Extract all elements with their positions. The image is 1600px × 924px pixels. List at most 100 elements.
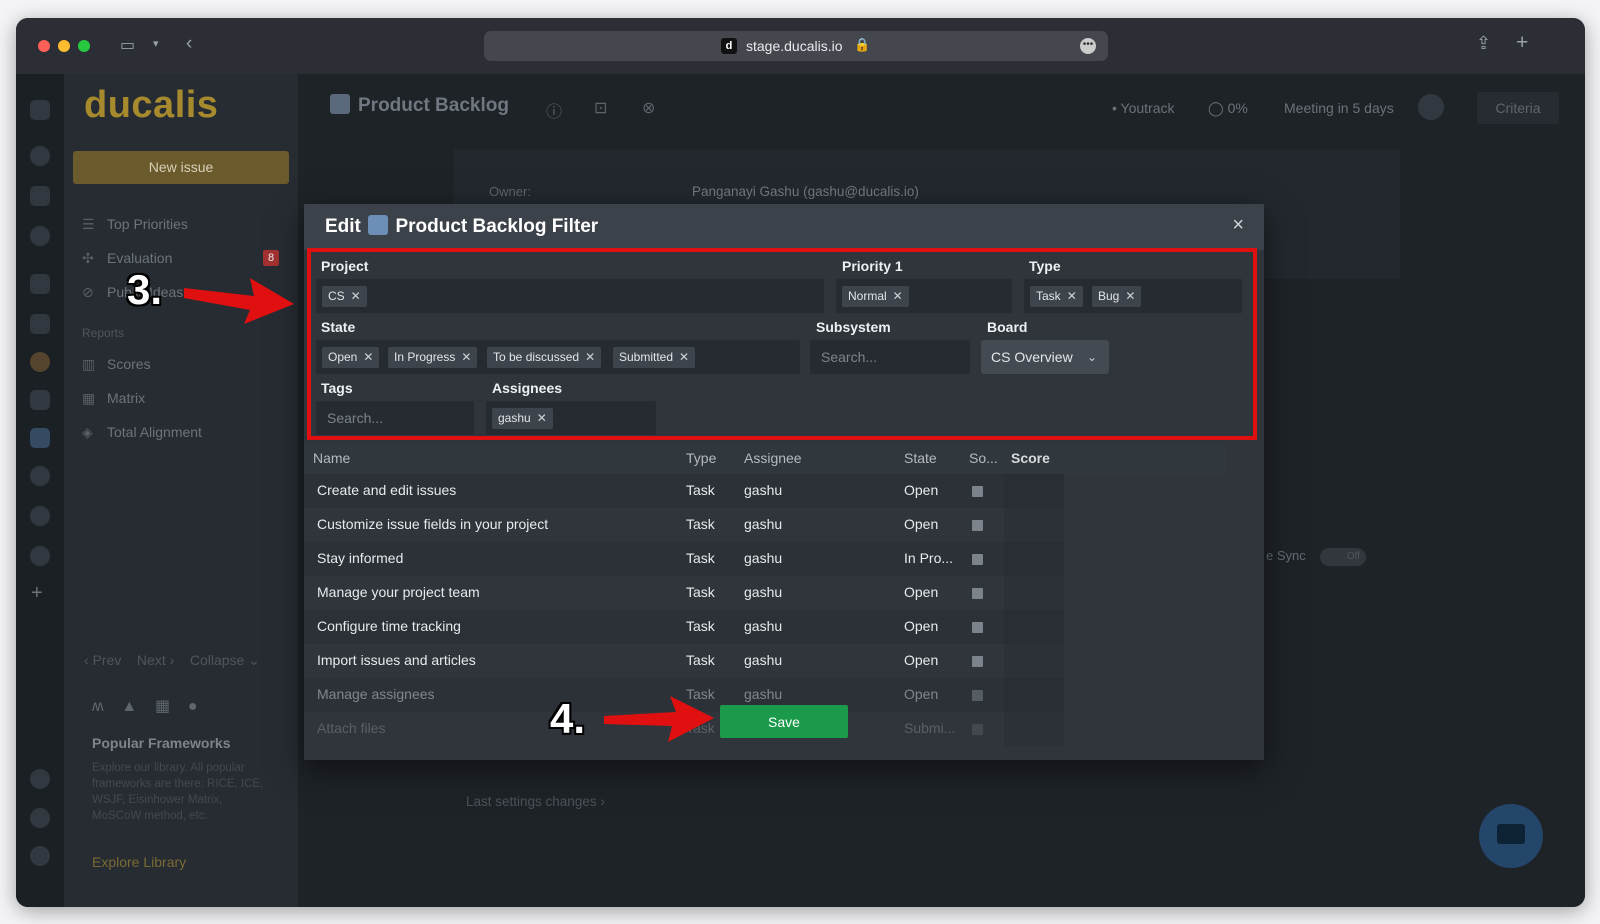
sync-icon[interactable] <box>30 769 50 789</box>
board-icon <box>330 94 350 114</box>
criteria-button[interactable]: Criteria <box>1477 92 1559 124</box>
column-header-source[interactable]: So... <box>969 450 998 466</box>
explore-library-link[interactable]: Explore Library <box>92 854 186 870</box>
meeting-status[interactable]: Meeting in 5 days <box>1284 100 1394 116</box>
column-header-type[interactable]: Type <box>686 450 716 466</box>
filter-chip[interactable]: In Progress ✕ <box>388 347 478 368</box>
remove-chip-icon[interactable]: ✕ <box>1125 289 1135 303</box>
remove-chip-icon[interactable]: ✕ <box>363 350 373 364</box>
search-icon[interactable] <box>30 146 50 166</box>
runner-icon[interactable] <box>30 466 50 486</box>
cell-score <box>1004 474 1064 508</box>
remove-chip-icon[interactable]: ✕ <box>351 289 361 303</box>
board-icon[interactable] <box>30 314 50 334</box>
board-icon[interactable] <box>30 274 50 294</box>
cell-type: Task <box>686 584 715 600</box>
minimize-window-button[interactable] <box>58 40 70 52</box>
board-icon[interactable] <box>30 186 50 206</box>
maximize-window-button[interactable] <box>78 40 90 52</box>
remove-chip-icon[interactable]: ✕ <box>679 350 689 364</box>
share-icon[interactable]: ⇪ <box>1476 33 1491 54</box>
table-row[interactable]: Manage your project team Task gashu Open <box>304 576 1064 610</box>
table-row[interactable]: Create and edit issues Task gashu Open <box>304 474 1064 508</box>
column-header-score[interactable]: Score <box>1011 450 1050 466</box>
remove-chip-icon[interactable]: ✕ <box>585 350 595 364</box>
integration-status[interactable]: • Youtrack <box>1112 100 1175 116</box>
modal-title: Edit Product Backlog Filter <box>325 215 598 238</box>
tags-field[interactable]: Search... <box>316 401 474 435</box>
help-icon[interactable] <box>30 808 50 828</box>
assignees-field[interactable]: gashu ✕ <box>486 401 656 435</box>
evaluation-badge: 8 <box>263 250 279 266</box>
remove-chip-icon[interactable]: ✕ <box>537 411 547 425</box>
reports-section-label[interactable]: Reports <box>82 326 124 340</box>
save-button[interactable]: Save <box>720 705 848 738</box>
subsystem-field[interactable]: Search... <box>810 340 970 374</box>
remove-chip-icon[interactable]: ✕ <box>1067 289 1077 303</box>
filter-chip[interactable]: gashu ✕ <box>492 408 553 429</box>
board-icon[interactable] <box>30 546 50 566</box>
board-icon[interactable] <box>30 390 50 410</box>
sidebar-item-total-alignment[interactable]: ◈ Total Alignment <box>82 424 202 441</box>
new-tab-icon[interactable]: + <box>1516 31 1528 55</box>
sync-label: e Sync <box>1266 548 1306 563</box>
table-row[interactable]: Customize issue fields in your project Ta… <box>304 508 1064 542</box>
cell-state: Open <box>904 516 939 532</box>
board-icon[interactable] <box>30 428 50 448</box>
sidebar-toggle-icon[interactable]: ▭ <box>120 35 135 55</box>
more-icon[interactable]: ••• <box>1080 38 1096 54</box>
filter-chip[interactable]: CS ✕ <box>322 286 367 307</box>
chat-button[interactable] <box>1479 804 1543 868</box>
step-3-arrow-icon <box>184 278 294 324</box>
add-board-icon[interactable]: + <box>31 582 43 605</box>
address-bar[interactable]: d stage.ducalis.io 🔒 ••• <box>484 31 1108 61</box>
new-issue-button[interactable]: New issue <box>73 151 289 184</box>
filter-chip[interactable]: To be discussed ✕ <box>487 347 602 368</box>
tags-label: Tags <box>321 380 353 396</box>
scores-icon: ▥ <box>82 356 96 372</box>
notifications-off-icon[interactable]: ⊗ <box>642 98 655 118</box>
close-window-button[interactable] <box>38 40 50 52</box>
table-row[interactable]: Stay informed Task gashu In Pro... <box>304 542 1064 576</box>
chevron-down-icon[interactable]: ▾ <box>153 37 159 50</box>
cell-state: Open <box>904 686 939 702</box>
avatar[interactable] <box>30 846 50 866</box>
board-icon[interactable] <box>30 506 50 526</box>
column-header-state[interactable]: State <box>904 450 937 466</box>
board-icon[interactable] <box>30 352 50 372</box>
unlock-icon[interactable]: ⊡ <box>594 98 607 118</box>
project-field[interactable]: CS ✕ <box>316 279 824 313</box>
column-header-name[interactable]: Name <box>313 450 350 466</box>
remove-chip-icon[interactable]: ✕ <box>893 289 903 303</box>
board-select[interactable]: CS Overview ⌄ <box>981 340 1109 374</box>
filter-chip[interactable]: Task ✕ <box>1030 286 1083 307</box>
sidebar-item-evaluation[interactable]: ✣ Evaluation <box>82 250 172 267</box>
remove-chip-icon[interactable]: ✕ <box>461 350 471 364</box>
filter-chip[interactable]: Bug ✕ <box>1092 286 1142 307</box>
prev-link[interactable]: Prev <box>93 652 122 668</box>
bulb-icon[interactable] <box>30 226 50 246</box>
filter-chip[interactable]: Normal ✕ <box>842 286 909 307</box>
table-row[interactable]: Configure time tracking Task gashu Open <box>304 610 1064 644</box>
chip-label: In Progress <box>394 350 456 364</box>
type-field[interactable]: Task ✕ Bug ✕ <box>1024 279 1242 313</box>
sidebar-item-matrix[interactable]: ▦ Matrix <box>82 390 145 407</box>
last-settings-link[interactable]: Last settings changes › <box>466 794 605 809</box>
info-icon[interactable]: ⓘ <box>546 98 562 122</box>
table-row[interactable]: Import issues and articles Task gashu Open <box>304 644 1064 678</box>
sync-toggle[interactable]: Off <box>1320 548 1366 566</box>
filter-chip[interactable]: Open ✕ <box>322 347 380 368</box>
sidebar-item-scores[interactable]: ▥ Scores <box>82 356 151 373</box>
priority-field[interactable]: Normal ✕ <box>836 279 1012 313</box>
collapse-link[interactable]: Collapse <box>190 652 244 668</box>
filter-chip[interactable]: Submitted ✕ <box>613 347 696 368</box>
column-header-assignee[interactable]: Assignee <box>744 450 802 466</box>
sidebar-item-top-priorities[interactable]: ☰ Top Priorities <box>82 216 188 233</box>
back-icon[interactable]: ‹ <box>186 33 192 55</box>
state-field[interactable]: Open ✕ In Progress ✕ To be discussed ✕ Subm… <box>316 340 800 374</box>
avatar[interactable] <box>1418 94 1444 120</box>
next-link[interactable]: Next <box>137 652 166 668</box>
grid-icon[interactable] <box>30 100 50 120</box>
close-icon[interactable]: × <box>1232 214 1244 237</box>
app-logo[interactable]: ducalis <box>84 84 218 127</box>
